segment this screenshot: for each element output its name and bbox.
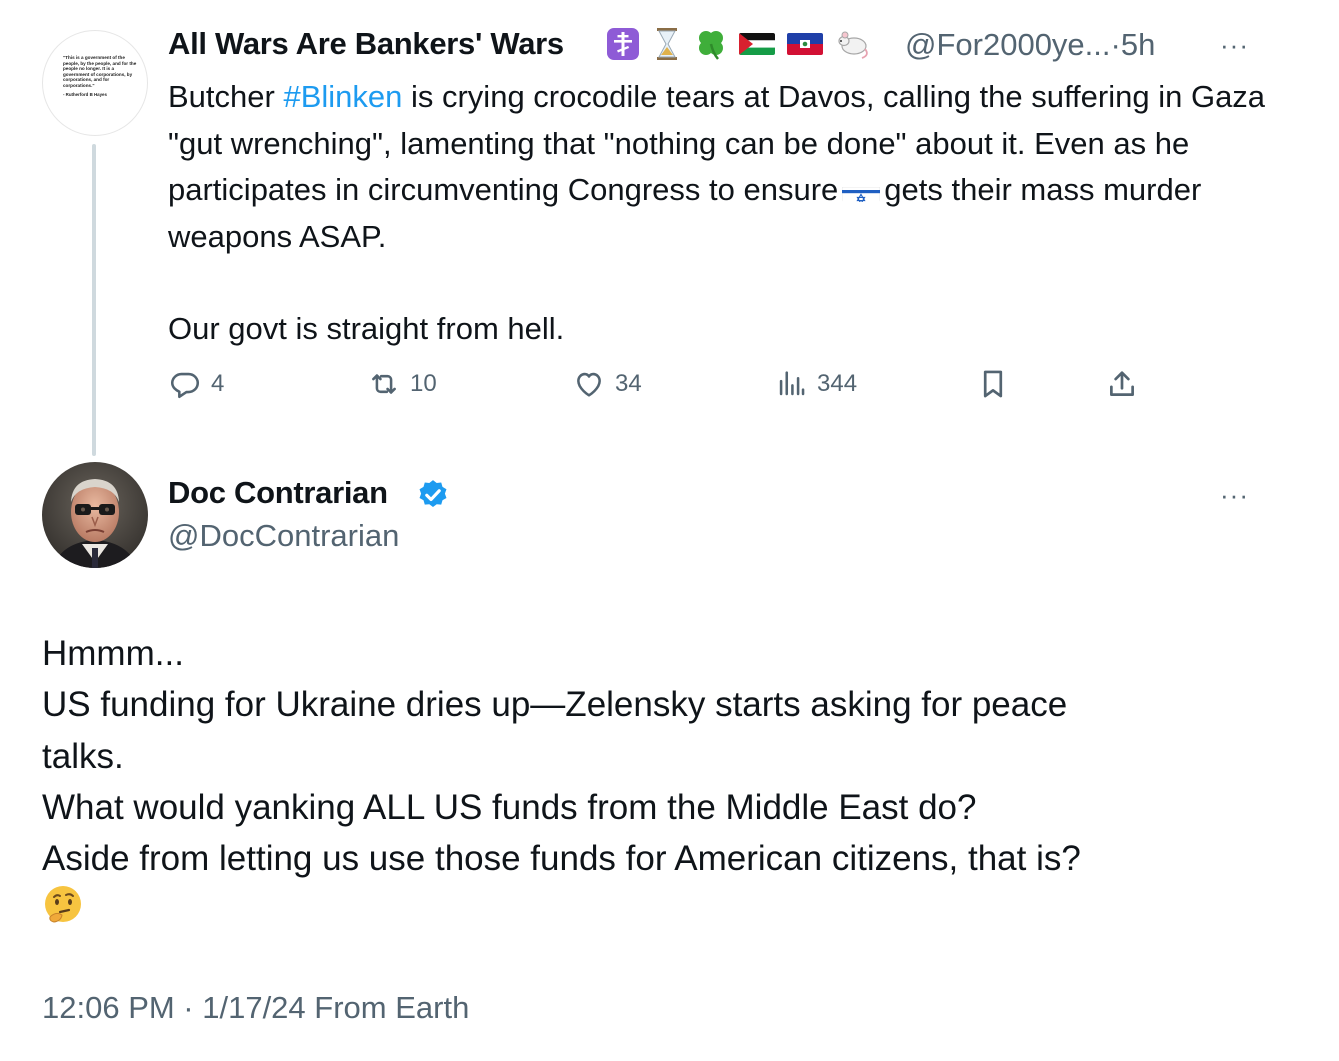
- reply-count: 4: [211, 370, 225, 397]
- tweet-timestamp[interactable]: 12:06 PM · 1/17/24 From Earth: [42, 990, 469, 1026]
- palestine-flag-icon: [739, 33, 775, 55]
- views-button[interactable]: 344: [774, 364, 857, 404]
- reply-button[interactable]: 4: [168, 364, 224, 404]
- reply-icon: [170, 372, 200, 399]
- hourglass-icon: [648, 27, 686, 61]
- thread-connector-line: [92, 144, 96, 456]
- bookmark-button[interactable]: [976, 364, 1010, 404]
- haiti-flag-icon: [787, 33, 823, 55]
- tweet-text: Hmmm... US funding for Ukraine dries up—…: [42, 628, 1302, 941]
- display-name[interactable]: All Wars Are Bankers' Wars: [168, 26, 564, 62]
- tweet-paragraph-1: Butcher #Blinken is crying crocodile tea…: [168, 74, 1288, 260]
- tweet-line: What would yanking ALL US funds from the…: [42, 787, 977, 827]
- handle[interactable]: @For2000ye...: [905, 27, 1111, 62]
- tweet-line: Hmmm...: [42, 634, 184, 673]
- like-count: 34: [615, 370, 642, 397]
- repost-icon: [372, 374, 396, 394]
- tweet-action-bar: 4 10 34 344: [168, 364, 1148, 404]
- more-options-icon[interactable]: ···: [1220, 30, 1249, 61]
- separator: ·: [1110, 27, 1121, 62]
- handle[interactable]: @DocContrarian: [168, 518, 399, 554]
- tweet-line: Aside from letting us use those funds fo…: [42, 839, 1081, 879]
- israel-flag-icon: [842, 178, 881, 202]
- avatar-all-wars-are-bankers-wars[interactable]: "This is a government of the people, by …: [42, 30, 148, 136]
- share-button[interactable]: [1105, 364, 1139, 404]
- display-name[interactable]: Doc Contrarian: [168, 475, 388, 511]
- tweet-text-start: Butcher: [168, 79, 284, 114]
- bookmark-icon: [983, 370, 1003, 398]
- view-count: 344: [817, 370, 858, 397]
- repost-count: 10: [410, 370, 437, 397]
- avatar-doc-contrarian[interactable]: [42, 462, 148, 568]
- name-emoji-row: [604, 24, 870, 64]
- orthodox-cross-icon: [604, 27, 642, 61]
- verified-badge-icon[interactable]: [416, 478, 450, 512]
- thinking-face-icon: [45, 886, 81, 923]
- views-icon: [779, 371, 805, 396]
- repost-button[interactable]: 10: [367, 364, 437, 404]
- handle-and-time[interactable]: @For2000ye...·5h: [905, 27, 1155, 63]
- more-options-icon[interactable]: ···: [1220, 480, 1249, 511]
- tweet-line: US funding for Ukraine dries up—Zelensky…: [42, 685, 1068, 725]
- rat-icon: [832, 27, 870, 61]
- share-icon: [1110, 371, 1134, 396]
- tweet-emoji-line: [42, 884, 1302, 940]
- tweet-paragraph-2: Our govt is straight from hell.: [168, 311, 565, 346]
- hashtag-link[interactable]: #Blinken: [283, 79, 402, 114]
- tweet-line: talks.: [42, 736, 124, 776]
- like-button[interactable]: 34: [572, 364, 642, 404]
- avatar-quote-author: - Rutherford B Hayes: [63, 91, 107, 97]
- avatar-quote: "This is a government of the people, by …: [63, 55, 137, 88]
- avatar-quote-text: "This is a government of the people, by …: [63, 55, 137, 97]
- heart-icon: [577, 372, 601, 397]
- post-time[interactable]: 5h: [1121, 27, 1155, 62]
- tweet-text: Butcher #Blinken is crying crocodile tea…: [168, 74, 1288, 353]
- four-leaf-clover-icon: [692, 27, 730, 61]
